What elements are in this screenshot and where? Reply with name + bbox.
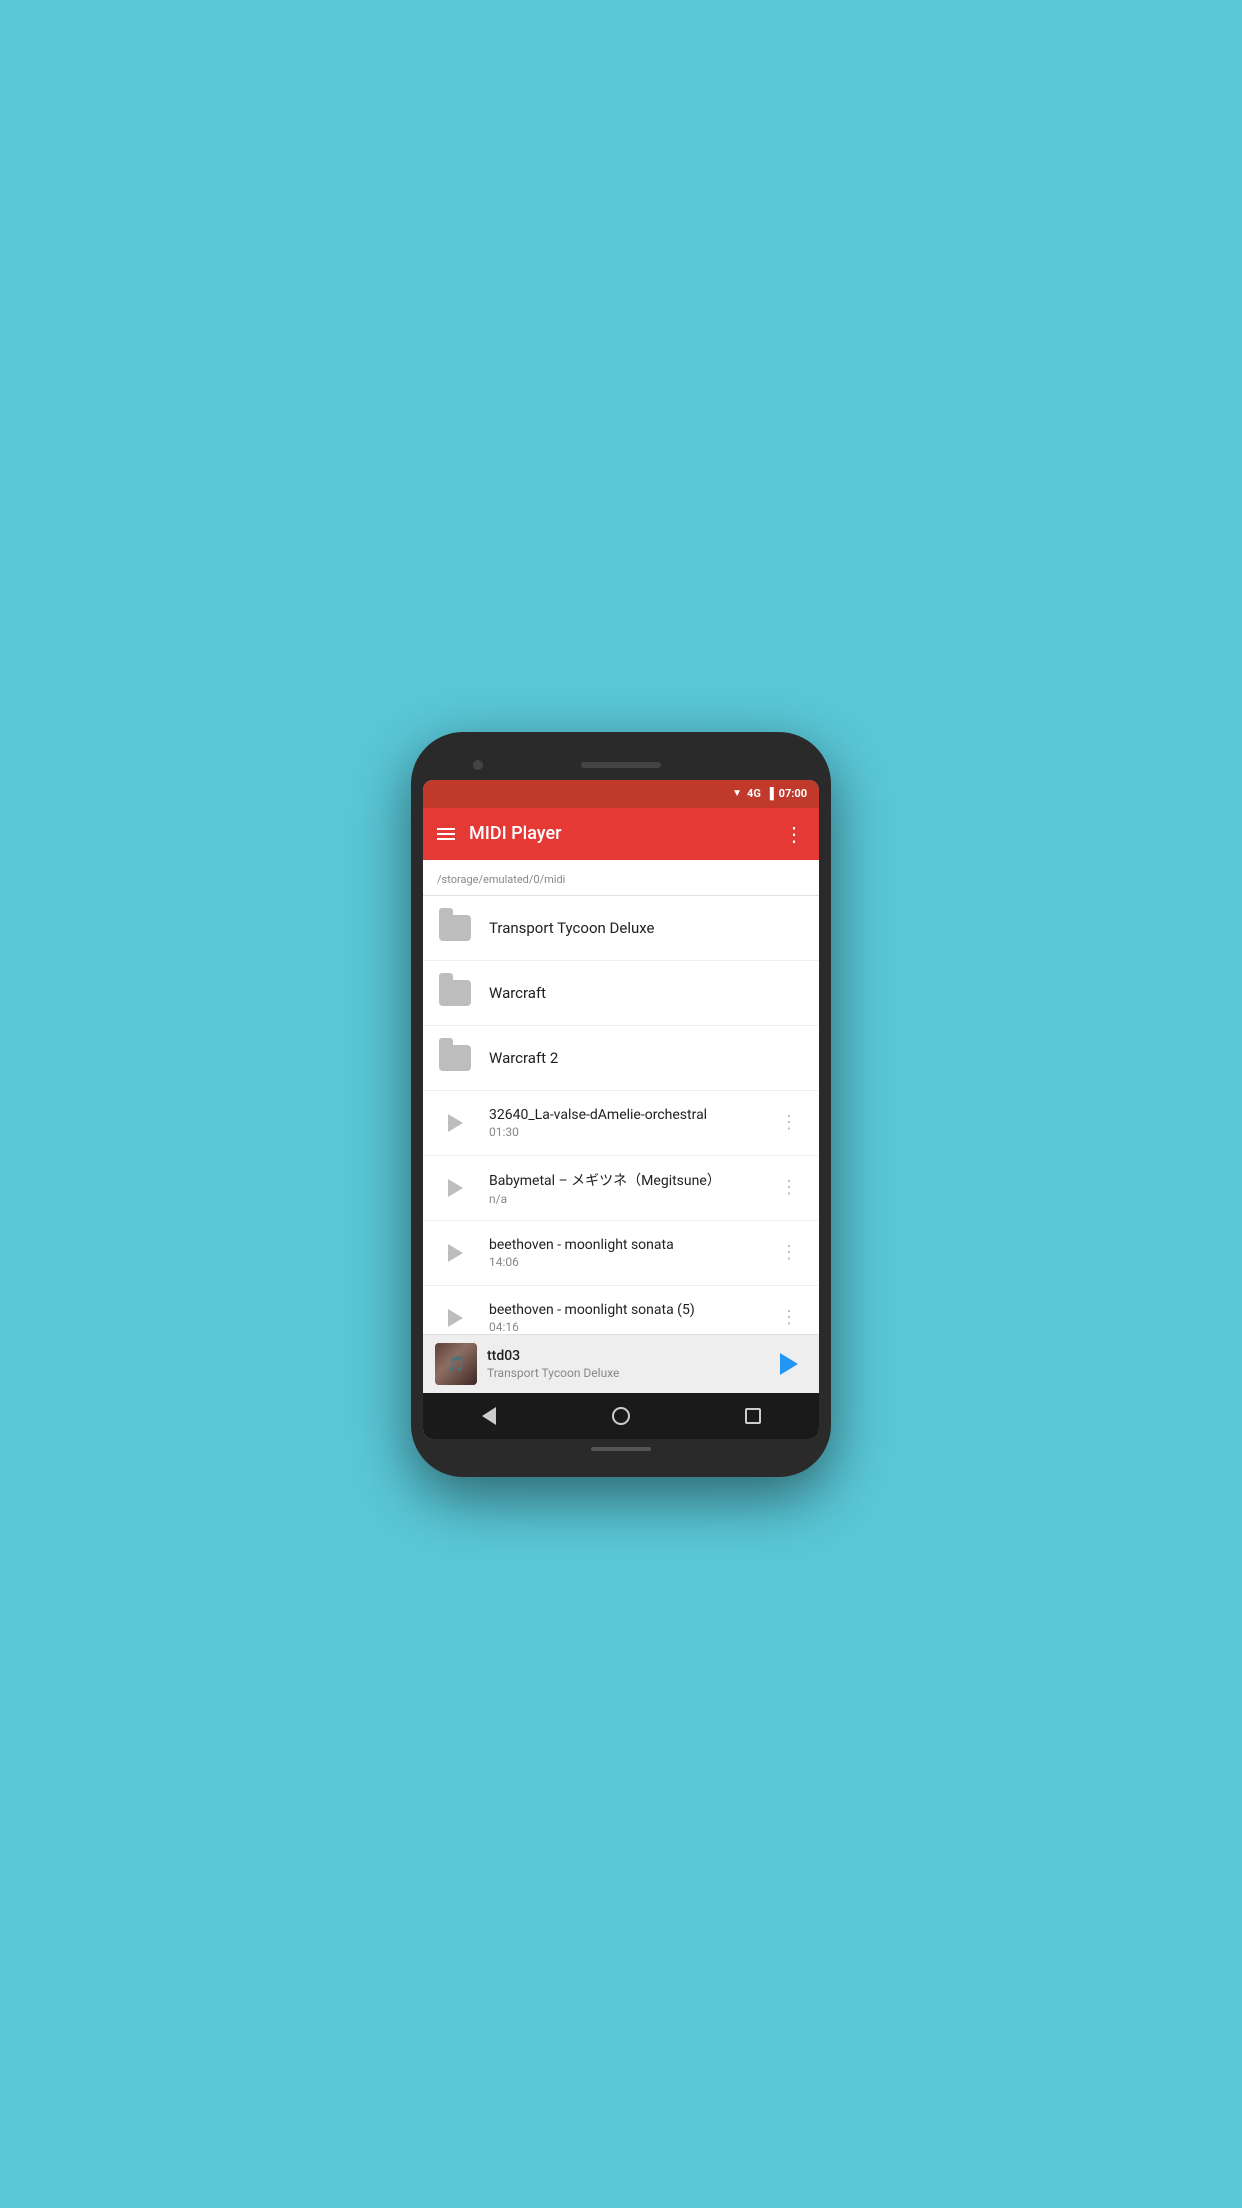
status-bar: ▼ 4G ▐ 07:00 — [423, 780, 819, 808]
app-title: MIDI Player — [469, 823, 770, 844]
play-icon — [448, 1244, 463, 1262]
hamburger-menu-icon[interactable] — [437, 828, 455, 840]
track-menu-icon[interactable]: ⋮ — [774, 1303, 805, 1332]
phone-frame: ▼ 4G ▐ 07:00 MIDI Player ⋮ /storage/emul… — [411, 732, 831, 1477]
track-menu-icon[interactable]: ⋮ — [774, 1173, 805, 1202]
now-playing-info: ttd03 Transport Tycoon Deluxe — [487, 1348, 761, 1380]
now-playing-subtitle: Transport Tycoon Deluxe — [487, 1366, 761, 1380]
track-title: beethoven - moonlight sonata — [489, 1237, 774, 1253]
phone-top-bar — [423, 750, 819, 780]
album-art-image — [435, 1343, 477, 1385]
track-title: beethoven - moonlight sonata (5) — [489, 1302, 774, 1318]
list-item[interactable]: Warcraft — [423, 961, 819, 1026]
now-playing-title: ttd03 — [487, 1348, 761, 1364]
music-info: beethoven - moonlight sonata 14:06 — [489, 1237, 774, 1269]
music-info: 32640_La-valse-dAmelie-orchestral 01:30 — [489, 1107, 774, 1139]
home-icon — [612, 1407, 630, 1425]
phone-speaker — [581, 762, 661, 768]
navigation-bar — [423, 1393, 819, 1439]
play-icon — [448, 1309, 463, 1327]
track-duration: 14:06 — [489, 1255, 774, 1269]
now-playing-bar[interactable]: ttd03 Transport Tycoon Deluxe — [423, 1334, 819, 1393]
back-button[interactable] — [469, 1396, 509, 1436]
track-menu-icon[interactable]: ⋮ — [774, 1108, 805, 1137]
overflow-menu-icon[interactable]: ⋮ — [784, 822, 805, 846]
folder-icon-wrap — [437, 1040, 473, 1076]
file-list: Transport Tycoon Deluxe Warcraft Warcraf… — [423, 896, 819, 1334]
folder-name: Warcraft — [489, 984, 805, 1002]
play-icon — [448, 1114, 463, 1132]
track-menu-icon[interactable]: ⋮ — [774, 1238, 805, 1267]
list-item[interactable]: 32640_La-valse-dAmelie-orchestral 01:30 … — [423, 1091, 819, 1156]
battery-icon: ▐ — [766, 787, 774, 800]
recents-button[interactable] — [733, 1396, 773, 1436]
play-icon-wrap — [437, 1105, 473, 1141]
folder-icon — [439, 915, 471, 941]
back-icon — [482, 1407, 496, 1425]
track-duration: 01:30 — [489, 1125, 774, 1139]
list-item[interactable]: Warcraft 2 — [423, 1026, 819, 1091]
list-item[interactable]: Babymetal – メギツネ（Megitsune） n/a ⋮ — [423, 1156, 819, 1221]
list-item[interactable]: beethoven - moonlight sonata (5) 04:16 ⋮ — [423, 1286, 819, 1334]
play-icon-blue — [780, 1353, 798, 1375]
status-icons: ▼ 4G ▐ 07:00 — [732, 787, 807, 800]
play-icon-wrap — [437, 1300, 473, 1334]
network-type: 4G — [747, 787, 761, 800]
phone-home-pill — [591, 1447, 651, 1451]
folder-icon — [439, 1045, 471, 1071]
music-info: beethoven - moonlight sonata (5) 04:16 — [489, 1302, 774, 1334]
status-time: 07:00 — [779, 787, 807, 800]
list-item[interactable]: beethoven - moonlight sonata 14:06 ⋮ — [423, 1221, 819, 1286]
track-title: 32640_La-valse-dAmelie-orchestral — [489, 1107, 774, 1123]
music-info: Babymetal – メギツネ（Megitsune） n/a — [489, 1170, 774, 1206]
app-bar: MIDI Player ⋮ — [423, 808, 819, 860]
list-item[interactable]: Transport Tycoon Deluxe — [423, 896, 819, 961]
current-path: /storage/emulated/0/midi — [437, 873, 565, 886]
recents-icon — [745, 1408, 761, 1424]
play-icon-wrap — [437, 1235, 473, 1271]
wifi-icon: ▼ — [732, 788, 742, 799]
folder-icon — [439, 980, 471, 1006]
phone-camera — [473, 760, 483, 770]
home-button[interactable] — [601, 1396, 641, 1436]
phone-bottom-bar — [423, 1439, 819, 1459]
folder-name: Transport Tycoon Deluxe — [489, 919, 805, 937]
track-duration: n/a — [489, 1192, 774, 1206]
folder-icon-wrap — [437, 975, 473, 1011]
play-button[interactable] — [771, 1346, 807, 1382]
folder-name: Warcraft 2 — [489, 1049, 805, 1067]
album-art — [435, 1343, 477, 1385]
phone-screen: ▼ 4G ▐ 07:00 MIDI Player ⋮ /storage/emul… — [423, 780, 819, 1439]
folder-icon-wrap — [437, 910, 473, 946]
track-duration: 04:16 — [489, 1320, 774, 1334]
path-bar: /storage/emulated/0/midi — [423, 860, 819, 896]
track-title: Babymetal – メギツネ（Megitsune） — [489, 1170, 774, 1190]
play-icon — [448, 1179, 463, 1197]
play-icon-wrap — [437, 1170, 473, 1206]
